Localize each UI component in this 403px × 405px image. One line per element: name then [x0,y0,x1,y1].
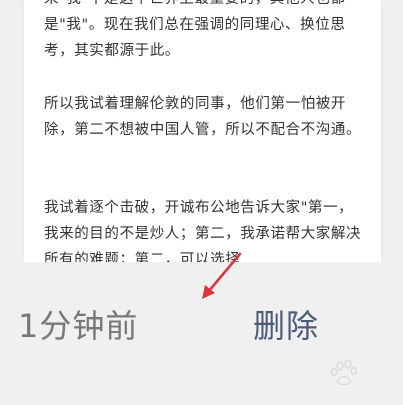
article-content[interactable]: 来"我"不是这个世界上最重要的，其他人也都是"我"。现在我们总在强调的同理心、换… [24,0,381,262]
annotation-arrow-icon [202,252,242,299]
screen: 来"我"不是这个世界上最重要的，其他人也都是"我"。现在我们总在强调的同理心、换… [0,0,403,405]
timestamp-label: 1分钟前 [18,307,139,345]
article-paragraph: 所以我试着理解伦敦的同事，他们第一怕被开除，第二不想被中国人管，所以不配合不沟通… [44,96,362,138]
delete-button[interactable]: 删除 [253,306,319,346]
baidu-paw-icon [330,359,358,386]
baidu-watermark-logo [282,356,398,396]
article-paragraph: 来"我"不是这个世界上最重要的，其他人也都是"我"。现在我们总在强调的同理心、换… [44,0,346,59]
